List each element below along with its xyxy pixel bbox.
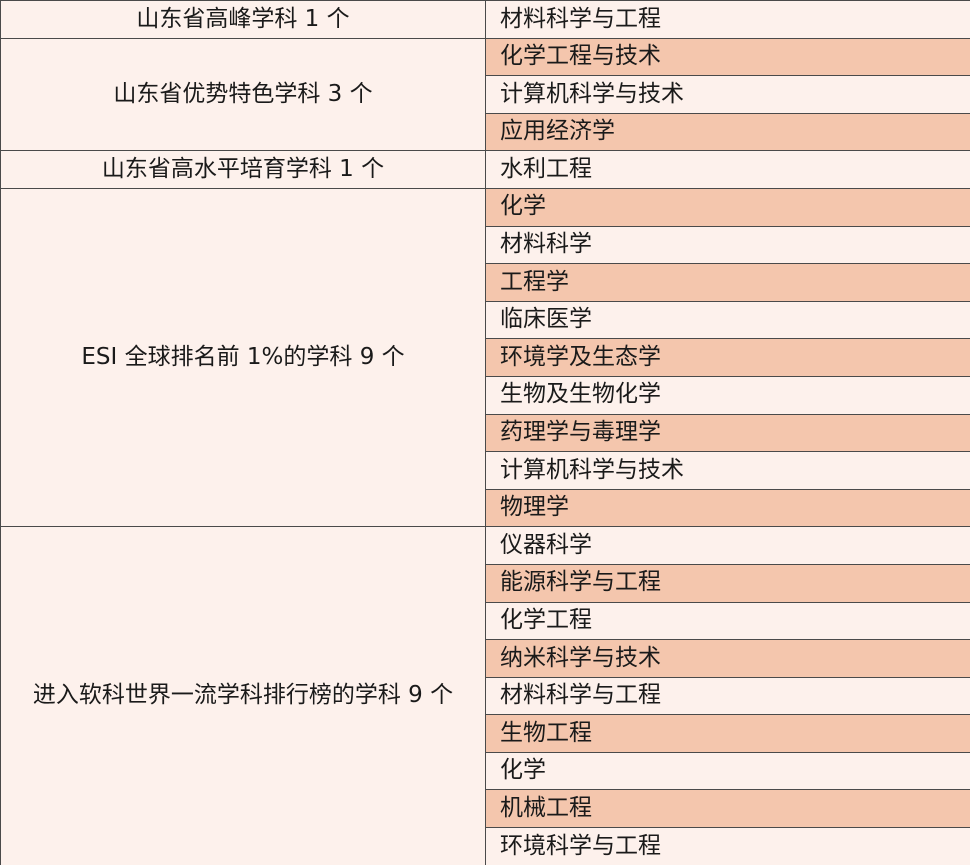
subject-cell: 化学 bbox=[485, 187, 970, 227]
subject-cell: 化学工程与技术 bbox=[485, 37, 970, 77]
category-cell: 山东省高水平培育学科 1 个 bbox=[0, 150, 486, 189]
subject-cell: 生物工程 bbox=[485, 714, 970, 753]
subject-cell: 工程学 bbox=[485, 263, 970, 302]
subject-cell: 仪器科学 bbox=[485, 526, 970, 565]
category-cell: 山东省优势特色学科 3 个 bbox=[0, 37, 486, 152]
table-row: 山东省高水平培育学科 1 个 水利工程 bbox=[0, 150, 970, 189]
subject-cell: 化学 bbox=[485, 751, 970, 791]
subject-cell: 临床医学 bbox=[485, 300, 970, 340]
subject-cell: 机械工程 bbox=[485, 789, 970, 829]
subject-cell: 生物及生物化学 bbox=[485, 375, 970, 415]
category-cell: ESI 全球排名前 1%的学科 9 个 bbox=[0, 187, 486, 528]
subject-cell: 计算机科学与技术 bbox=[485, 75, 970, 114]
subject-cell: 能源科学与工程 bbox=[485, 563, 970, 603]
subject-cell: 计算机科学与技术 bbox=[485, 451, 970, 490]
table-row: ESI 全球排名前 1%的学科 9 个 化学 bbox=[0, 187, 970, 528]
table-row: 山东省高峰学科 1 个 材料科学与工程 bbox=[0, 0, 970, 39]
category-cell: 进入软科世界一流学科排行榜的学科 9 个 bbox=[0, 526, 486, 865]
subject-cell: 应用经济学 bbox=[485, 112, 970, 152]
table-row: 进入软科世界一流学科排行榜的学科 9 个 仪器科学 bbox=[0, 526, 970, 865]
discipline-table: 山东省高峰学科 1 个 材料科学与工程 山东省优势特色学科 3 个 化学工程与技… bbox=[0, 0, 970, 865]
subject-cell: 环境学及生态学 bbox=[485, 338, 970, 377]
subject-cell: 水利工程 bbox=[485, 150, 970, 189]
subject-cell: 纳米科学与技术 bbox=[485, 639, 970, 678]
subject-cell: 物理学 bbox=[485, 488, 970, 528]
subject-cell: 材料科学 bbox=[485, 225, 970, 265]
table-row: 山东省优势特色学科 3 个 化学工程与技术 bbox=[0, 37, 970, 152]
subject-cell: 药理学与毒理学 bbox=[485, 413, 970, 453]
subject-cell: 材料科学与工程 bbox=[485, 0, 970, 39]
category-cell: 山东省高峰学科 1 个 bbox=[0, 0, 486, 39]
subject-cell: 化学工程 bbox=[485, 601, 970, 641]
table-container: 山东省高峰学科 1 个 材料科学与工程 山东省优势特色学科 3 个 化学工程与技… bbox=[0, 0, 970, 865]
subject-cell: 环境科学与工程 bbox=[485, 827, 970, 865]
subject-cell: 材料科学与工程 bbox=[485, 676, 970, 716]
